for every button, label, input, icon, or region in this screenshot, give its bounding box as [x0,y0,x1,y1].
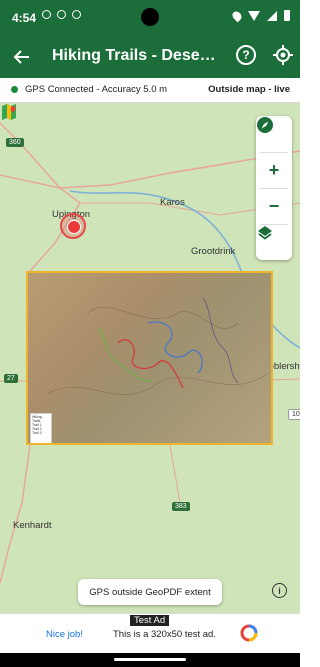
minus-icon: − [268,195,280,216]
legend-item: Trail 3 [32,431,42,435]
system-nav-bar [0,653,300,667]
map-status-text: Outside map - live [208,84,290,95]
page-title: Hiking Trails - Desert... [52,47,220,64]
road-shield: 383 [172,502,190,511]
camera-notch [141,8,159,26]
compass-button[interactable] [256,116,292,152]
ad-banner[interactable]: Test Ad Nice job! This is a 320x50 test … [0,613,300,654]
google-maps-icon[interactable] [0,103,18,121]
crosshair-icon [273,45,293,65]
geopdf-legend: Hiking Trails Trail 1 Trail 2 Trail 3 [30,413,52,443]
notification-icon [57,10,66,19]
signal-icon [267,10,277,21]
map-controls: + − [256,116,292,260]
user-location-marker [60,213,86,239]
info-icon: i [278,585,281,596]
ad-text: This is a 320x50 test ad. [113,629,216,640]
home-handle[interactable] [114,658,186,661]
zoom-in-button[interactable]: + [256,152,292,188]
geopdf-trails [47,297,269,395]
gps-accuracy-text: GPS Connected - Accuracy 5.0 m [25,84,168,95]
notification-icon [72,10,81,19]
ad-nice-text: Nice job! [46,629,83,640]
layers-icon [258,226,272,240]
zoom-out-button[interactable]: − [256,188,292,224]
app-bar: Hiking Trails - Desert... ? [0,36,300,78]
battery-icon [284,10,290,21]
gps-status-bar: GPS Connected - Accuracy 5.0 m Outside m… [0,78,300,103]
back-button[interactable] [8,43,36,71]
gps-status-dot [11,86,18,93]
wifi-icon [248,10,260,21]
layers-button[interactable] [256,224,292,260]
plus-icon: + [268,159,280,180]
ad-logo-icon [240,624,258,642]
system-icons [230,9,290,22]
toast-text: GPS outside GeoPDF extent [89,586,211,598]
back-arrow-icon [13,50,29,64]
location-status-icon [230,9,244,22]
info-button[interactable]: i [272,583,287,598]
place-label: Karos [160,197,185,208]
map-view[interactable]: Upington Karos Grootdrink Groblersh Kenh… [0,103,300,613]
place-label: Grootdrink [191,246,236,257]
help-icon: ? [242,48,250,62]
place-label: Kenhardt [13,520,52,531]
gps-outside-toast: GPS outside GeoPDF extent [78,579,222,605]
geopdf-overlay: Hiking Trails Trail 1 Trail 2 Trail 3 [26,271,273,445]
road-shield: 27 [4,374,18,383]
notification-icons [42,10,81,19]
road-shield: 10 [288,409,300,420]
ad-label: Test Ad [130,615,170,626]
user-location-dot [67,220,81,234]
status-time: 4:54 [12,11,37,25]
notification-icon [42,10,51,19]
status-bar: 4:54 [0,0,300,36]
my-location-button[interactable] [272,44,294,66]
help-button[interactable]: ? [236,45,256,65]
legend-title: Hiking Trails [32,415,42,423]
compass-icon [257,117,273,133]
road-shield: 360 [6,138,24,147]
